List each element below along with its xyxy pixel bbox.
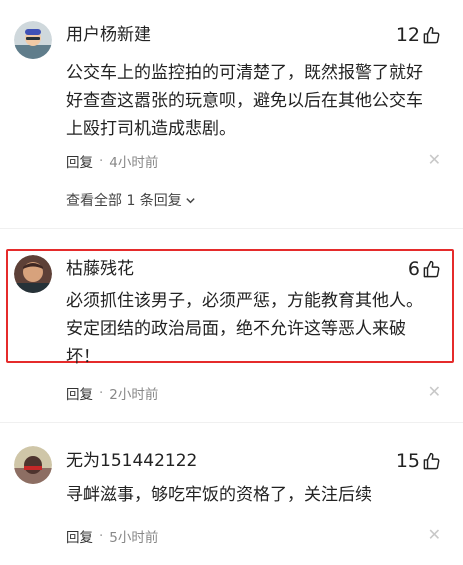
comment-text: 寻衅滋事，够吃牢饭的资格了，关注后续 (66, 485, 372, 505)
divider (0, 228, 463, 229)
reply-button[interactable]: 回复 (66, 383, 93, 403)
separator-dot: · (99, 385, 104, 401)
divider (0, 422, 463, 423)
thumbs-up-icon (423, 260, 440, 277)
see-all-replies-link[interactable]: 查看全部 1 条回复 (66, 190, 196, 210)
close-icon[interactable]: ✕ (428, 527, 441, 543)
comment-time: 2小时前 (109, 387, 159, 403)
avatar[interactable] (14, 21, 52, 59)
like-button[interactable]: 12 (396, 24, 441, 46)
see-all-replies-label: 查看全部 1 条回复 (66, 193, 182, 209)
comment-time: 5小时前 (109, 530, 159, 546)
like-count: 15 (395, 450, 420, 472)
like-button[interactable]: 6 (408, 258, 441, 280)
separator-dot: · (99, 153, 104, 169)
comment-meta: 回复 · 5小时前 (66, 526, 158, 546)
avatar[interactable] (14, 446, 52, 484)
avatar[interactable] (14, 255, 52, 293)
comment-username[interactable]: 无为151442122 (66, 450, 197, 472)
reply-button[interactable]: 回复 (66, 526, 93, 546)
like-button[interactable]: 15 (396, 450, 441, 472)
like-count: 12 (395, 24, 420, 46)
thumbs-up-icon (423, 26, 440, 43)
thumbs-up-icon (423, 452, 440, 469)
chevron-down-icon (186, 197, 195, 203)
comment-meta: 回复 · 4小时前 (66, 151, 158, 171)
comment-username[interactable]: 枯藤残花 (66, 258, 134, 280)
reply-button[interactable]: 回复 (66, 151, 93, 171)
close-icon[interactable]: ✕ (428, 384, 441, 400)
separator-dot: · (99, 528, 104, 544)
comment-text: 公交车上的监控拍的可清楚了，既然报警了就好 好查查这嚣张的玩意呗，避免以后在其他… (66, 63, 423, 139)
close-icon[interactable]: ✕ (428, 152, 441, 168)
comment-username[interactable]: 用户杨新建 (66, 24, 151, 46)
comment-text: 必须抓住该男子，必须严惩，方能教育其他人。 安定团结的政治局面，绝不允许这等恶人… (66, 291, 423, 367)
comment-time: 4小时前 (109, 155, 159, 171)
like-count: 6 (407, 258, 420, 280)
comment-meta: 回复 · 2小时前 (66, 383, 158, 403)
